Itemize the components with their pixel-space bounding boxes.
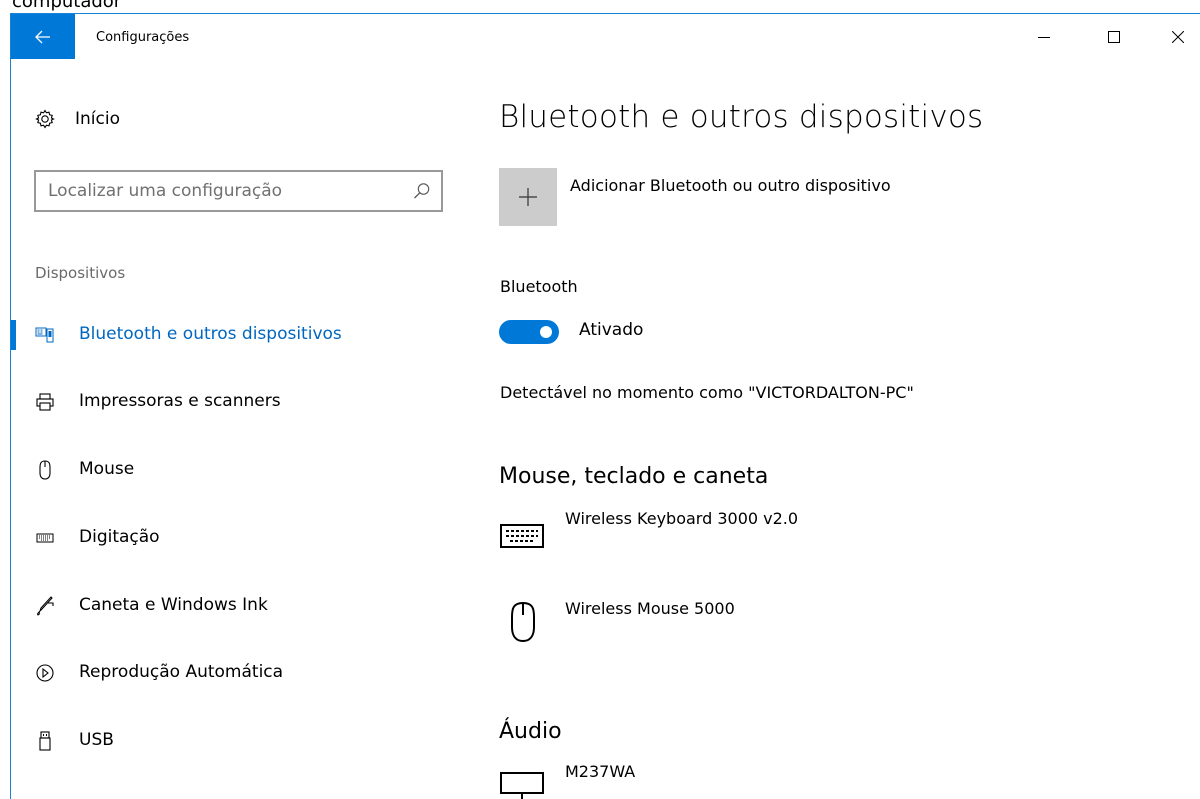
keyboard-icon [36, 533, 54, 543]
device-item[interactable]: Wireless Keyboard 3000 v2.0 [499, 509, 899, 561]
section-label: Dispositivos [35, 264, 126, 282]
pen-icon [37, 596, 54, 616]
minimize-button[interactable] [1021, 14, 1067, 59]
sidebar-item-label: USB [79, 730, 114, 750]
arrow-left-icon [35, 30, 50, 43]
mouse-icon [511, 601, 535, 643]
gear-icon [35, 109, 55, 129]
device-item[interactable]: M237WA [499, 762, 899, 799]
sidebar-item-pen[interactable]: Caneta e Windows Ink [11, 581, 471, 631]
device-name: Wireless Keyboard 3000 v2.0 [565, 509, 799, 528]
add-device-button[interactable] [499, 168, 557, 226]
window-title: Configurações [96, 30, 190, 45]
keyboard-icon [500, 524, 544, 548]
sidebar-item-mouse[interactable]: Mouse [11, 445, 471, 495]
bluetooth-label: Bluetooth [500, 277, 578, 296]
sidebar-item-typing[interactable]: Digitação [11, 513, 471, 563]
sidebar-item-printers[interactable]: Impressoras e scanners [11, 377, 471, 427]
monitor-icon [500, 772, 544, 799]
discoverable-text: Detectável no momento como "VICTORDALTON… [500, 383, 914, 402]
home-label: Início [75, 109, 120, 129]
section-heading-audio: Áudio [499, 719, 562, 744]
section-heading-input: Mouse, teclado e caneta [499, 464, 769, 489]
sidebar: Início Localizar uma configuração Dispos… [11, 59, 471, 799]
add-device-label[interactable]: Adicionar Bluetooth ou outro dispositivo [570, 176, 891, 195]
plus-icon [519, 188, 537, 206]
search-input[interactable]: Localizar uma configuração [34, 170, 443, 212]
background-text: computador [12, 0, 122, 12]
sidebar-item-autoplay[interactable]: Reprodução Automática [11, 648, 471, 698]
sidebar-item-bluetooth[interactable]: Bluetooth e outros dispositivos [11, 310, 471, 360]
printer-icon [36, 393, 54, 411]
title-bar: Configurações [11, 14, 1200, 59]
sidebar-item-label: Digitação [79, 527, 160, 547]
close-button[interactable] [1155, 14, 1200, 59]
toggle-knob [540, 326, 552, 338]
close-icon [1172, 30, 1184, 43]
device-name: Wireless Mouse 5000 [565, 599, 735, 618]
mouse-icon [39, 460, 51, 480]
main-content: Bluetooth e outros dispositivos Adiciona… [499, 59, 1199, 799]
minimize-icon [1038, 36, 1050, 38]
search-placeholder: Localizar uma configuração [48, 181, 283, 201]
usb-icon [39, 731, 51, 751]
bluetooth-devices-icon [35, 327, 54, 343]
toggle-state-label: Ativado [579, 320, 644, 340]
autoplay-icon [36, 664, 54, 682]
active-indicator [11, 320, 16, 350]
device-name: M237WA [565, 762, 636, 781]
search-icon [414, 183, 430, 199]
page-title: Bluetooth e outros dispositivos [499, 99, 984, 135]
back-button[interactable] [11, 14, 75, 59]
maximize-icon [1108, 30, 1120, 43]
sidebar-item-label: Impressoras e scanners [79, 391, 281, 411]
settings-window: Configurações Início Localizar uma confi… [10, 13, 1200, 799]
bluetooth-toggle[interactable] [499, 320, 559, 344]
sidebar-item-label: Reprodução Automática [79, 662, 284, 682]
home-link[interactable]: Início [35, 109, 120, 129]
sidebar-item-usb[interactable]: USB [11, 716, 471, 766]
device-item[interactable]: Wireless Mouse 5000 [499, 599, 899, 651]
maximize-button[interactable] [1091, 14, 1137, 59]
sidebar-item-label: Bluetooth e outros dispositivos [79, 324, 342, 344]
sidebar-item-label: Caneta e Windows Ink [79, 595, 268, 615]
sidebar-item-label: Mouse [79, 459, 135, 479]
